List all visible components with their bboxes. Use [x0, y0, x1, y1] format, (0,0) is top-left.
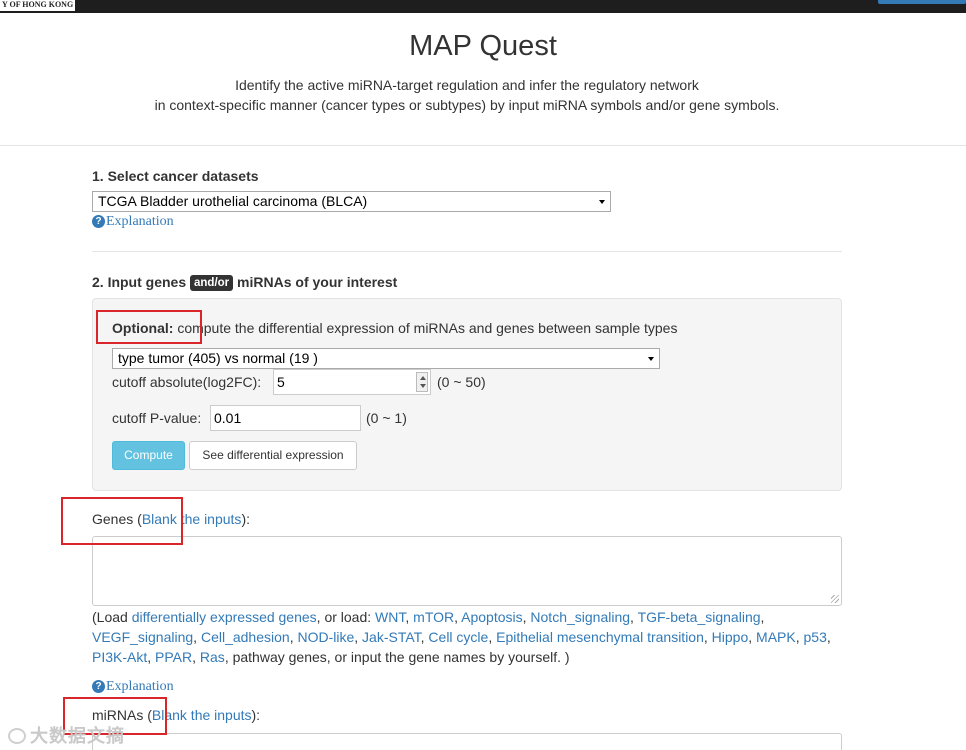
section-divider [92, 251, 842, 252]
load-de-genes-link[interactable]: differentially expressed genes [132, 609, 317, 625]
pathway-link[interactable]: Ras [200, 649, 225, 665]
and-or-tag: and/or [190, 275, 234, 291]
cutoff-p-range: (0 ~ 1) [366, 410, 407, 426]
step2-label-post: miRNAs of your interest [237, 274, 398, 290]
chevron-down-icon [648, 357, 654, 361]
load-close: , pathway genes, or input the gene names… [224, 649, 570, 665]
pathway-separator: , [826, 629, 831, 645]
resize-grip-icon[interactable] [831, 595, 839, 603]
number-spinner-icon[interactable] [416, 372, 428, 392]
compute-button[interactable]: Compute [112, 441, 185, 470]
step1-label: 1. Select cancer datasets [92, 168, 259, 184]
step1-explanation-link[interactable]: ? Explanation [92, 214, 174, 230]
mirnas-label-end: ): [251, 707, 261, 723]
cutoff-p-label: cutoff P-value: [112, 410, 202, 426]
watermark: 大数据文摘 [8, 722, 125, 748]
pathway-link[interactable]: Notch_signaling [530, 609, 630, 625]
page-title: MAP Quest [409, 30, 557, 62]
pathway-separator: , [405, 609, 414, 625]
step2-label-pre: 2. Input genes [92, 274, 187, 290]
pathway-link[interactable]: Apoptosis [461, 609, 522, 625]
pathway-separator: , [760, 609, 765, 625]
load-pathways-text: (Load differentially expressed genes, or… [92, 607, 852, 667]
pathway-link[interactable]: NOD-like [297, 629, 354, 645]
annotation-box-optional [96, 310, 202, 344]
pathway-separator: , [703, 629, 712, 645]
pathway-separator: , [354, 629, 363, 645]
university-logo[interactable]: Y OF HONG KONG [0, 0, 75, 11]
pathway-separator: , [630, 609, 638, 625]
cutoff-fc-value: 5 [277, 374, 285, 390]
pathway-separator: , [795, 629, 804, 645]
pathway-link[interactable]: Hippo [712, 629, 749, 645]
top-navbar: Y OF HONG KONG [0, 0, 966, 13]
pathway-link[interactable]: p53 [804, 629, 827, 645]
genes-label-end: ): [241, 511, 250, 527]
genes-textarea[interactable] [92, 536, 842, 606]
subtitle-line-1: Identify the active miRNA-target regulat… [235, 77, 699, 93]
cancer-dataset-select[interactable]: TCGA Bladder urothelial carcinoma (BLCA) [92, 191, 611, 212]
pathway-link[interactable]: Epithelial mesenchymal transition [496, 629, 704, 645]
question-circle-icon: ? [92, 215, 105, 228]
or-load-text: , or load: [316, 609, 376, 625]
pathway-link[interactable]: Jak-STAT [362, 629, 421, 645]
pathway-link[interactable]: WNT [375, 609, 405, 625]
cutoff-p-value: 0.01 [214, 410, 242, 426]
step2-label: 2. Input genes and/or miRNAs of your int… [92, 274, 397, 291]
pathway-link[interactable]: Cell_adhesion [201, 629, 290, 645]
watermark-text: 大数据文摘 [30, 726, 125, 746]
sample-type-select[interactable]: type tumor (405) vs normal (19 ) [112, 348, 660, 369]
cancer-dataset-value: TCGA Bladder urothelial carcinoma (BLCA) [98, 193, 368, 209]
pathway-link[interactable]: PI3K-Akt [92, 649, 147, 665]
navbar-button[interactable] [878, 0, 966, 4]
pathway-separator: , [488, 629, 497, 645]
pathway-link[interactable]: Cell cycle [428, 629, 488, 645]
genes-explanation-link[interactable]: ? Explanation [92, 679, 174, 695]
question-circle-icon: ? [92, 680, 105, 693]
pathway-link[interactable]: MAPK [756, 629, 796, 645]
genes-explanation-text: Explanation [106, 679, 174, 694]
chevron-down-icon [599, 200, 605, 204]
pathway-separator: , [192, 649, 200, 665]
pathway-separator: , [147, 649, 156, 665]
page-subtitle: Identify the active miRNA-target regulat… [0, 75, 934, 115]
subtitle-line-2: in context-specific manner (cancer types… [154, 97, 780, 113]
cutoff-fc-input[interactable]: 5 [273, 369, 431, 395]
pathway-link[interactable]: VEGF_signaling [92, 629, 193, 645]
annotation-box-genes [61, 497, 183, 545]
logo-text: Y OF HONG KONG [2, 0, 74, 9]
pathway-separator: , [748, 629, 757, 645]
load-open: (Load [92, 609, 132, 625]
sample-type-value: type tumor (405) vs normal (19 ) [118, 350, 318, 366]
page-header: MAP Quest Identify the active miRNA-targ… [0, 13, 966, 146]
see-differential-expression-button[interactable]: See differential expression [189, 441, 357, 470]
pathway-link[interactable]: TGF-beta_signaling [638, 609, 761, 625]
cutoff-fc-label: cutoff absolute(log2FC): [112, 374, 262, 390]
optional-text: compute the differential expression of m… [173, 320, 678, 336]
cutoff-p-input[interactable]: 0.01 [210, 405, 361, 431]
pathway-separator: , [193, 629, 201, 645]
pathway-link[interactable]: PPAR [155, 649, 192, 665]
watermark-logo-icon [8, 728, 26, 744]
mirnas-textarea[interactable] [92, 733, 842, 750]
cutoff-fc-range: (0 ~ 50) [437, 374, 486, 390]
pathway-link[interactable]: mTOR [413, 609, 454, 625]
step1-explanation-text: Explanation [106, 214, 174, 229]
